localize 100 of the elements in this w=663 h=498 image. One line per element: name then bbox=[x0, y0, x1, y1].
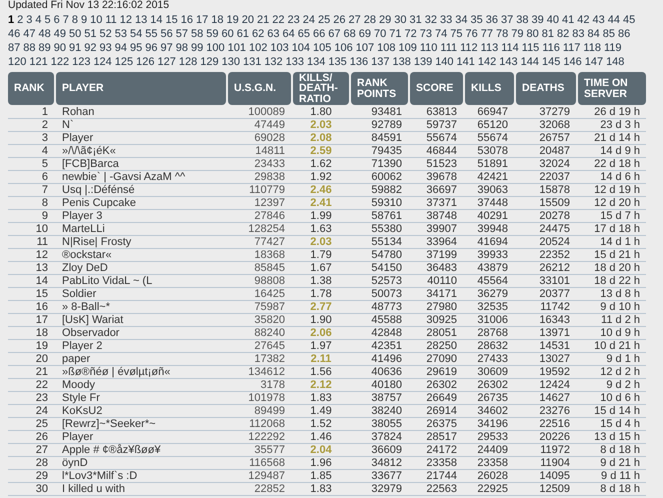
page-link[interactable]: 38 bbox=[516, 13, 529, 27]
page-link[interactable]: 105 bbox=[313, 41, 332, 55]
page-link[interactable]: 9 bbox=[81, 13, 88, 27]
page-link[interactable]: 90 bbox=[54, 41, 66, 55]
page-link[interactable]: 46 bbox=[8, 27, 20, 41]
page-link[interactable]: 85 bbox=[602, 27, 615, 41]
page-link[interactable]: 19 bbox=[226, 13, 239, 27]
page-link[interactable]: 103 bbox=[270, 41, 289, 55]
page-link[interactable]: 144 bbox=[520, 55, 539, 69]
page-link[interactable]: 60 bbox=[222, 27, 234, 41]
page-link[interactable]: 87 bbox=[8, 41, 20, 55]
page-link[interactable]: 8 bbox=[72, 13, 78, 27]
page-link[interactable]: 25 bbox=[318, 13, 330, 27]
page-link[interactable]: 71 bbox=[389, 27, 402, 41]
page-link[interactable]: 39 bbox=[532, 13, 544, 27]
page-link[interactable]: 114 bbox=[501, 41, 519, 55]
page-link[interactable]: 3 bbox=[26, 13, 32, 27]
page-link[interactable]: 127 bbox=[158, 55, 176, 69]
page-link[interactable]: 56 bbox=[160, 27, 173, 41]
page-link[interactable]: 140 bbox=[435, 55, 454, 69]
page-link[interactable]: 93 bbox=[100, 41, 112, 55]
page-link[interactable]: 117 bbox=[562, 41, 580, 55]
page-link[interactable]: 76 bbox=[466, 27, 478, 41]
page-link[interactable]: 45 bbox=[623, 13, 636, 27]
page-link[interactable]: 129 bbox=[200, 55, 219, 69]
page-link[interactable]: 63 bbox=[267, 27, 280, 41]
page-link[interactable]: 11 bbox=[105, 13, 117, 27]
page-link[interactable]: 22 bbox=[272, 13, 285, 27]
page-link[interactable]: 100 bbox=[206, 41, 225, 55]
page-link[interactable]: 132 bbox=[264, 55, 283, 69]
page-link[interactable]: 29 bbox=[379, 13, 392, 27]
page-link[interactable]: 135 bbox=[328, 55, 347, 69]
page-link[interactable]: 32 bbox=[424, 13, 438, 27]
page-link[interactable]: 14 bbox=[150, 13, 163, 27]
page-link[interactable]: 37 bbox=[501, 13, 514, 27]
page-link[interactable]: 15 bbox=[166, 13, 178, 27]
page-link[interactable]: 148 bbox=[606, 55, 624, 69]
page-link[interactable]: 21 bbox=[257, 13, 270, 27]
page-link[interactable]: 82 bbox=[557, 27, 570, 41]
page-link[interactable]: 58 bbox=[191, 27, 204, 41]
page-link[interactable]: 36 bbox=[486, 13, 498, 27]
page-link[interactable]: 35 bbox=[470, 13, 483, 27]
page-link[interactable]: 96 bbox=[145, 41, 158, 55]
page-link[interactable]: 52 bbox=[100, 27, 112, 41]
page-link[interactable]: 74 bbox=[435, 27, 448, 41]
page-link[interactable]: 55 bbox=[145, 27, 158, 41]
page-link[interactable]: 48 bbox=[38, 27, 51, 41]
page-link[interactable]: 54 bbox=[130, 27, 142, 41]
page-link[interactable]: 88 bbox=[23, 41, 36, 55]
page-link[interactable]: 95 bbox=[130, 41, 142, 55]
page-link[interactable]: 128 bbox=[178, 55, 198, 69]
page-link[interactable]: 110 bbox=[420, 41, 438, 55]
page-link[interactable]: 23 bbox=[288, 13, 300, 27]
page-link[interactable]: 133 bbox=[286, 55, 304, 69]
page-link[interactable]: 2 bbox=[17, 13, 24, 27]
page-link[interactable]: 42 bbox=[577, 13, 590, 27]
page-link[interactable]: 97 bbox=[160, 41, 173, 55]
page-link[interactable]: 119 bbox=[604, 41, 622, 55]
page-link[interactable]: 109 bbox=[398, 41, 417, 55]
page-link[interactable]: 80 bbox=[526, 27, 539, 41]
page-link[interactable]: 106 bbox=[334, 41, 353, 55]
page-link[interactable]: 139 bbox=[414, 55, 432, 69]
page-link[interactable]: 126 bbox=[136, 55, 155, 69]
page-link[interactable]: 94 bbox=[114, 41, 127, 55]
page-link[interactable]: 111 bbox=[440, 41, 458, 55]
page-link[interactable]: 10 bbox=[90, 13, 102, 27]
page-link[interactable]: 6 bbox=[54, 13, 60, 27]
page-link[interactable]: 112 bbox=[460, 41, 478, 55]
page-link[interactable]: 70 bbox=[374, 27, 386, 41]
page-link[interactable]: 31 bbox=[410, 13, 422, 27]
page-link[interactable]: 18 bbox=[211, 13, 224, 27]
page-link[interactable]: 131 bbox=[242, 55, 262, 69]
page-link[interactable]: 12 bbox=[120, 13, 132, 27]
page-link[interactable]: 44 bbox=[608, 13, 620, 27]
page-link[interactable]: 102 bbox=[248, 41, 268, 55]
page-link[interactable]: 72 bbox=[404, 27, 417, 41]
page-link[interactable]: 83 bbox=[572, 27, 584, 41]
page-link[interactable]: 77 bbox=[480, 27, 493, 41]
page-link[interactable]: 28 bbox=[364, 13, 376, 27]
page-link[interactable]: 65 bbox=[298, 27, 310, 41]
page-link[interactable]: 143 bbox=[499, 55, 518, 69]
page-link[interactable]: 115 bbox=[522, 41, 540, 55]
page-link[interactable]: 24 bbox=[302, 13, 316, 27]
page-link[interactable]: 47 bbox=[23, 27, 36, 41]
page-link[interactable]: 116 bbox=[542, 41, 560, 55]
page-link[interactable]: 33 bbox=[440, 13, 452, 27]
page-link[interactable]: 104 bbox=[292, 41, 310, 55]
page-link[interactable]: 101 bbox=[228, 41, 246, 55]
page-link[interactable]: 59 bbox=[206, 27, 218, 41]
page-link[interactable]: 40 bbox=[546, 13, 560, 27]
page-link[interactable]: 79 bbox=[511, 27, 524, 41]
page-link[interactable]: 125 bbox=[114, 55, 134, 69]
page-link[interactable]: 137 bbox=[371, 55, 390, 69]
page-link[interactable]: 136 bbox=[350, 55, 368, 69]
page-link[interactable]: 5 bbox=[44, 13, 51, 27]
page-link[interactable]: 118 bbox=[583, 41, 601, 55]
page-link[interactable]: 16 bbox=[180, 13, 194, 27]
page-link[interactable]: 98 bbox=[176, 41, 188, 55]
page-link[interactable]: 107 bbox=[356, 41, 374, 55]
page-link[interactable]: 121 bbox=[29, 55, 48, 69]
